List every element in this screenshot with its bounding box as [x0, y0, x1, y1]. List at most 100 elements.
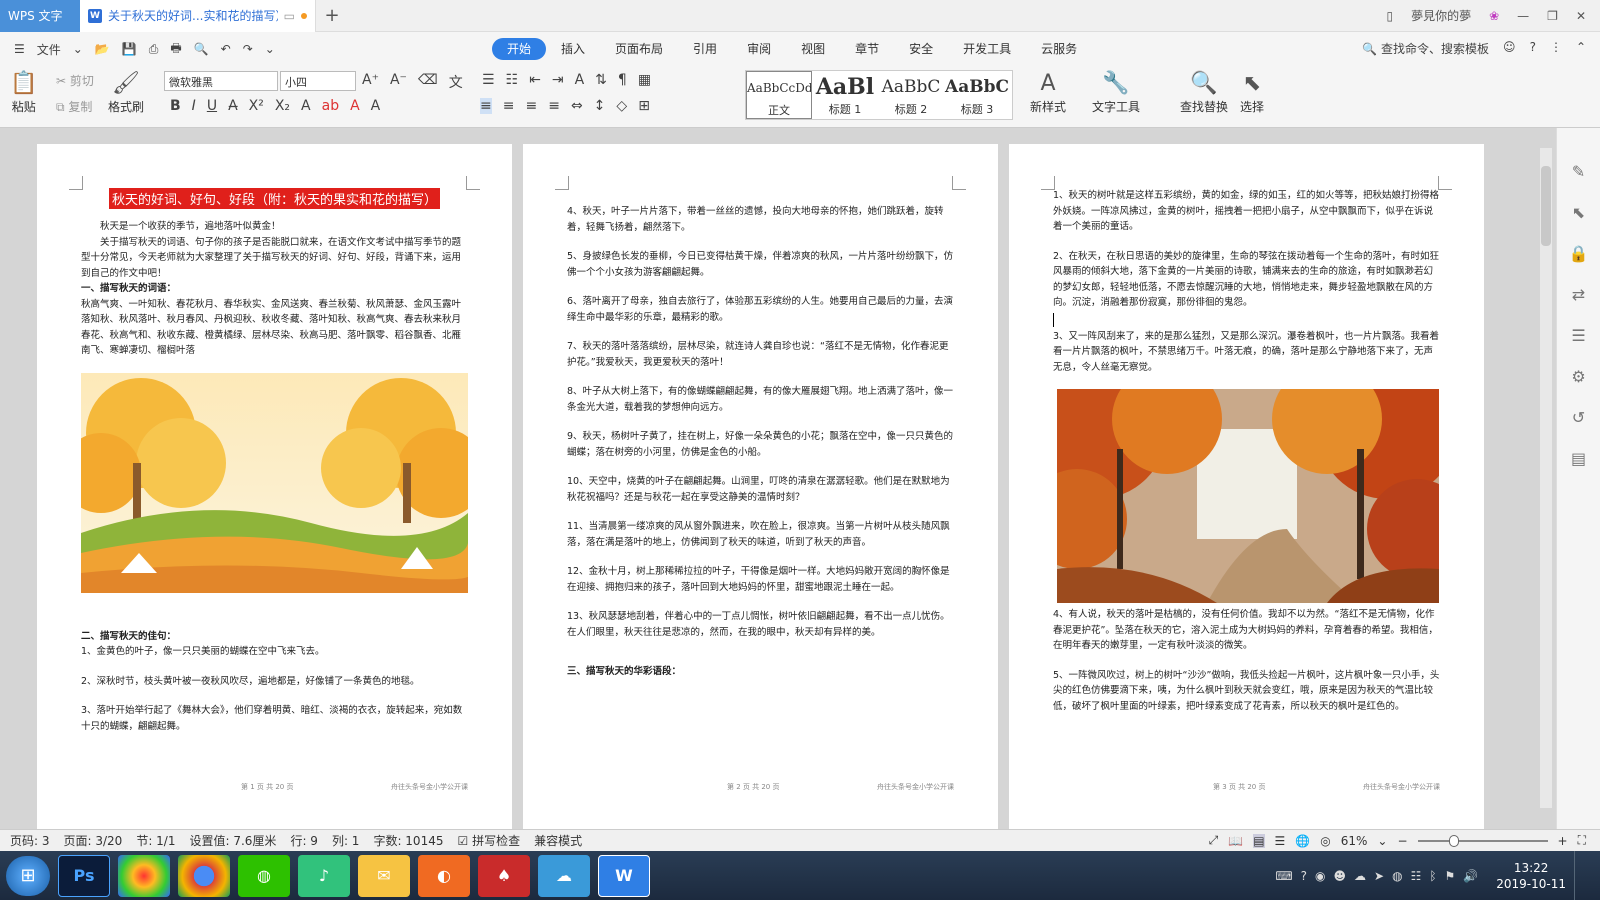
tab-page-layout[interactable]: 页面布局 [600, 38, 678, 60]
fullscreen-icon[interactable]: ⤢ [1209, 833, 1219, 848]
table-icon[interactable]: ▦ [638, 72, 651, 88]
scrollbar-thumb[interactable] [1541, 166, 1551, 246]
undo-icon[interactable]: ↶ [221, 42, 231, 56]
collapse-ribbon-icon[interactable]: ⌃ [1576, 40, 1586, 57]
page-2[interactable]: 4、秋天，叶子一片片落下，带着一丝丝的遗憾，投向大地母亲的怀抱，她们跳跃着，旋转… [523, 144, 998, 829]
outline-icon[interactable]: ☰ [1571, 326, 1585, 345]
align-right-icon[interactable]: ≡ [525, 98, 537, 114]
italic-icon[interactable]: I [192, 98, 196, 114]
help-icon[interactable]: ? [1530, 40, 1536, 57]
select-button[interactable]: ⬉ 选择 [1240, 70, 1264, 115]
status-row[interactable]: 行: 9 [290, 832, 318, 849]
outline-view-icon[interactable]: ☰ [1275, 834, 1286, 848]
command-search[interactable]: 🔍 查找命令、搜索模板 [1362, 40, 1489, 57]
status-pages[interactable]: 页面: 3/20 [64, 832, 123, 849]
restore-icon[interactable]: ❐ [1547, 9, 1558, 23]
increase-indent-icon[interactable]: ⇥ [552, 72, 564, 88]
qq-icon[interactable]: ☻ [1334, 869, 1347, 883]
style-heading-1[interactable]: AaBl 标题 1 [812, 71, 878, 119]
document-tab[interactable]: W 关于秋天的好词...实和花的描写） ▭ [80, 0, 316, 32]
status-section[interactable]: 节: 1/1 [136, 832, 175, 849]
wps-writer-app[interactable]: W [598, 854, 650, 897]
border-icon[interactable]: ⊞ [638, 98, 650, 114]
feedback-icon[interactable]: ☺ [1503, 40, 1516, 57]
tab-references[interactable]: 引用 [678, 38, 732, 60]
file-menu[interactable]: 文件 [37, 41, 61, 58]
pointer-icon[interactable]: ⬉ [1572, 203, 1585, 222]
paste-button[interactable]: 📋 粘贴 [10, 70, 37, 115]
more-icon[interactable]: ⋮ [1550, 40, 1562, 57]
print-preview-icon[interactable]: 🔍 [194, 42, 209, 56]
start-button[interactable]: ⊞ [6, 855, 50, 896]
history-icon[interactable]: ↺ [1572, 408, 1585, 427]
save-icon[interactable]: 💾 [122, 42, 137, 56]
translate-icon[interactable]: ⇄ [1572, 285, 1585, 304]
align-center-icon[interactable]: ≡ [503, 98, 515, 114]
redo-icon[interactable]: ↷ [243, 42, 253, 56]
book-icon[interactable]: ▯ [1386, 9, 1393, 23]
decrease-indent-icon[interactable]: ⇤ [529, 72, 541, 88]
subscript-icon[interactable]: X₂ [275, 98, 290, 114]
tab-insert[interactable]: 插入 [546, 38, 600, 60]
text-effect-icon[interactable]: A [301, 98, 311, 114]
zoom-slider[interactable] [1417, 834, 1548, 847]
sort-icon[interactable]: ⇅ [595, 72, 607, 88]
show-marks-icon[interactable]: ¶ [618, 72, 627, 88]
page-3[interactable]: 1、秋天的树叶就是这样五彩缤纷，黄的如金，绿的如玉，红的如火等等，把秋姑娘打扮得… [1009, 144, 1484, 829]
comment-icon[interactable]: ▭ [284, 9, 295, 23]
minimize-icon[interactable]: — [1517, 9, 1529, 23]
close-icon[interactable]: ✕ [1576, 9, 1586, 23]
export-icon[interactable]: ⎙ [149, 42, 159, 57]
app-tab[interactable]: WPS 文字 [0, 0, 80, 32]
tab-section[interactable]: 章节 [840, 38, 894, 60]
chevron-down-icon[interactable]: ⌄ [73, 42, 83, 56]
photoshop-app[interactable]: Ps [58, 854, 110, 897]
cut-button[interactable]: ✂ 剪切 [56, 72, 94, 89]
spell-check[interactable]: ☑ 拼写检查 [457, 832, 520, 849]
web-view-icon[interactable]: 🌐 [1295, 834, 1310, 848]
find-replace-button[interactable]: 🔍 查找替换 [1180, 70, 1228, 115]
font-size-select[interactable]: 小四 [280, 71, 356, 91]
music-app[interactable]: ♪ [298, 854, 350, 897]
shrink-font-icon[interactable]: A⁻ [390, 72, 407, 92]
document-canvas[interactable]: 秋天的好词、好句、好段（附：秋天的果实和花的描写） 秋天是一个收获的季节，遍地落… [0, 128, 1556, 829]
shading-icon[interactable]: ◇ [616, 98, 627, 114]
line-spacing-icon[interactable]: ↕ [594, 98, 606, 114]
tab-view[interactable]: 视图 [786, 38, 840, 60]
color-app[interactable] [118, 854, 170, 897]
bold-icon[interactable]: B [170, 98, 181, 114]
wechat-tray-icon[interactable]: ◍ [1392, 869, 1402, 883]
status-setting[interactable]: 设置值: 7.6厘米 [189, 832, 276, 849]
numbered-list-icon[interactable]: ☷ [506, 72, 519, 88]
backup-icon[interactable]: ▤ [1571, 449, 1586, 468]
grow-font-icon[interactable]: A⁺ [362, 72, 379, 92]
flag-icon[interactable]: ⚑ [1445, 869, 1456, 883]
fit-window-icon[interactable]: ⛶ [1578, 833, 1586, 848]
cards-app[interactable]: ♠ [478, 854, 530, 897]
superscript-icon[interactable]: X² [249, 98, 264, 114]
bullet-list-icon[interactable]: ☰ [482, 72, 495, 88]
bluetooth-icon[interactable]: ᛒ [1429, 869, 1436, 883]
read-view-icon[interactable]: 📖 [1228, 834, 1243, 848]
phonetic-icon[interactable]: 文 [449, 72, 463, 92]
zoom-dropdown-icon[interactable]: ⌄ [1377, 834, 1387, 848]
chinese-layout-icon[interactable]: A [575, 72, 585, 88]
status-col[interactable]: 列: 1 [332, 832, 360, 849]
status-page-num[interactable]: 页码: 3 [10, 832, 50, 849]
customize-icon[interactable]: ⌄ [265, 42, 275, 56]
help-tray-icon[interactable]: ? [1301, 869, 1307, 883]
print-icon[interactable]: 🖶 [170, 39, 181, 60]
tab-developer[interactable]: 开发工具 [948, 38, 1026, 60]
new-style-button[interactable]: A 新样式 [1030, 70, 1066, 115]
open-icon[interactable]: 📂 [95, 42, 110, 56]
cloud-tray-icon[interactable]: ☁ [1354, 869, 1366, 883]
format-painter-button[interactable]: 🖌 格式刷 [108, 70, 144, 115]
user-name[interactable]: 夢見你的夢 [1411, 7, 1471, 24]
chrome-app[interactable] [178, 854, 230, 897]
clear-format-icon[interactable]: ⌫ [418, 72, 438, 92]
hamburger-icon[interactable]: ☰ [14, 42, 25, 56]
distribute-icon[interactable]: ⇔ [571, 98, 583, 114]
style-normal[interactable]: AaBbCcDd 正文 [746, 71, 812, 119]
fox-app[interactable]: ◐ [418, 854, 470, 897]
font-name-select[interactable]: 微软雅黑 [164, 71, 278, 91]
